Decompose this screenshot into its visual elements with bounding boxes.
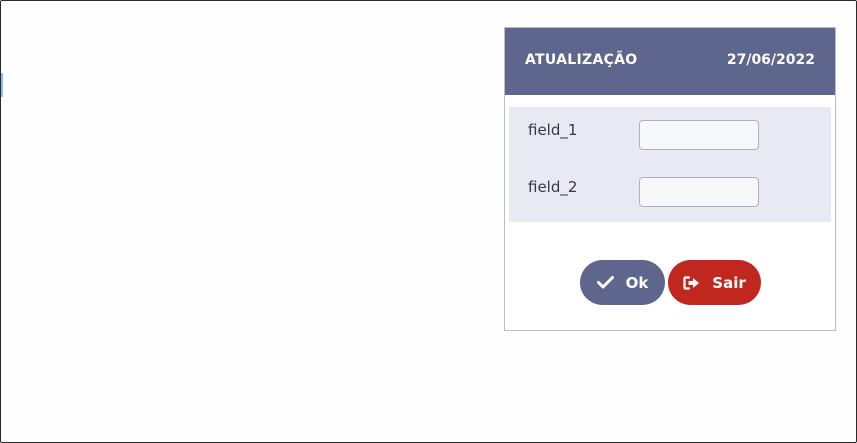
sair-button[interactable]: Sair	[668, 260, 761, 305]
field-2-input[interactable]	[639, 177, 759, 207]
update-dialog: ATUALIZAÇÃO 27/06/2022 field_1 field_2 O…	[504, 27, 836, 331]
dialog-date: 27/06/2022	[726, 52, 815, 68]
dialog-header: ATUALIZAÇÃO 27/06/2022	[505, 28, 835, 95]
sign-out-icon	[683, 275, 700, 290]
sair-button-label: Sair	[712, 273, 746, 292]
field-1-input[interactable]	[639, 120, 759, 150]
field-2-label: field_2	[528, 178, 578, 196]
ok-button[interactable]: Ok	[580, 260, 665, 305]
field-1-label: field_1	[528, 121, 578, 139]
window-edge-accent	[1, 73, 3, 97]
ok-button-label: Ok	[625, 273, 649, 292]
dialog-title: ATUALIZAÇÃO	[525, 52, 638, 68]
check-icon	[596, 276, 614, 289]
app-window: ATUALIZAÇÃO 27/06/2022 field_1 field_2 O…	[0, 0, 857, 443]
fields-area: field_1 field_2	[509, 107, 831, 222]
